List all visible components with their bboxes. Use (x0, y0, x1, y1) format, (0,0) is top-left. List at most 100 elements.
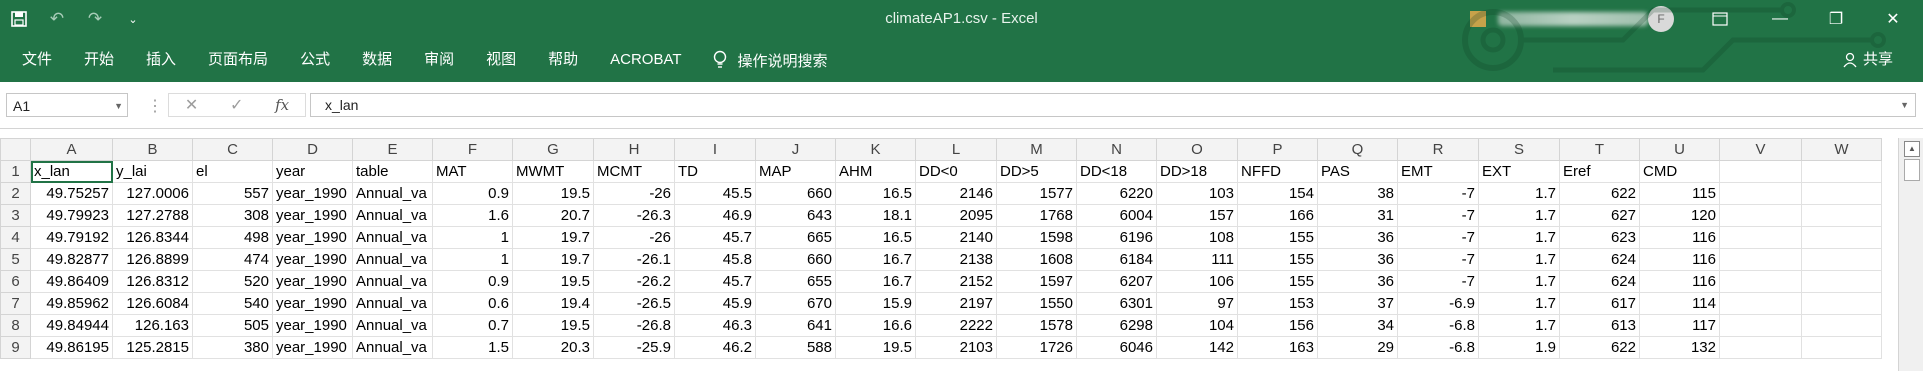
tab-formulas[interactable]: 公式 (284, 38, 346, 82)
cell-a6[interactable]: 49.86409 (30, 270, 113, 293)
column-header-r[interactable]: R (1397, 138, 1479, 161)
cell-e3[interactable]: Annual_va (352, 204, 433, 227)
cell-a7[interactable]: 49.85962 (30, 292, 113, 315)
row-header[interactable]: 3 (0, 204, 31, 227)
cell-d5[interactable]: year_1990 (272, 248, 353, 271)
cell-q8[interactable]: 34 (1317, 314, 1398, 337)
cell-s1[interactable]: EXT (1478, 160, 1560, 183)
cell-d6[interactable]: year_1990 (272, 270, 353, 293)
cell-j8[interactable]: 641 (755, 314, 836, 337)
name-box[interactable]: A1 ▼ (6, 93, 128, 117)
cell-r8[interactable]: -6.8 (1397, 314, 1479, 337)
cell-v7[interactable] (1719, 292, 1802, 315)
column-header-g[interactable]: G (512, 138, 594, 161)
cell-n9[interactable]: 6046 (1076, 336, 1157, 359)
cell-h9[interactable]: -25.9 (593, 336, 675, 359)
cell-d1[interactable]: year (272, 160, 353, 183)
minimize-icon[interactable]: — (1757, 0, 1803, 38)
cell-r7[interactable]: -6.9 (1397, 292, 1479, 315)
chevron-down-icon[interactable]: ▼ (114, 94, 123, 118)
cell-w6[interactable] (1801, 270, 1882, 293)
cell-q3[interactable]: 31 (1317, 204, 1398, 227)
cell-f7[interactable]: 0.6 (432, 292, 513, 315)
cell-p9[interactable]: 163 (1237, 336, 1318, 359)
cell-v5[interactable] (1719, 248, 1802, 271)
cell-m1[interactable]: DD>5 (996, 160, 1077, 183)
cell-i8[interactable]: 46.3 (674, 314, 756, 337)
cell-e5[interactable]: Annual_va (352, 248, 433, 271)
cell-a8[interactable]: 49.84944 (30, 314, 113, 337)
cell-g7[interactable]: 19.4 (512, 292, 594, 315)
cell-b3[interactable]: 127.2788 (112, 204, 193, 227)
cell-e7[interactable]: Annual_va (352, 292, 433, 315)
cell-n8[interactable]: 6298 (1076, 314, 1157, 337)
cell-a1[interactable]: x_lan (30, 160, 113, 183)
cell-j4[interactable]: 665 (755, 226, 836, 249)
cell-u9[interactable]: 132 (1639, 336, 1720, 359)
cell-m8[interactable]: 1578 (996, 314, 1077, 337)
cell-i5[interactable]: 45.8 (674, 248, 756, 271)
cell-j9[interactable]: 588 (755, 336, 836, 359)
cell-f3[interactable]: 1.6 (432, 204, 513, 227)
save-icon[interactable] (0, 0, 38, 38)
cell-h3[interactable]: -26.3 (593, 204, 675, 227)
column-header-v[interactable]: V (1719, 138, 1802, 161)
cell-q2[interactable]: 38 (1317, 182, 1398, 205)
column-header-o[interactable]: O (1156, 138, 1238, 161)
cell-n5[interactable]: 6184 (1076, 248, 1157, 271)
cell-e8[interactable]: Annual_va (352, 314, 433, 337)
cell-w3[interactable] (1801, 204, 1882, 227)
cell-u4[interactable]: 116 (1639, 226, 1720, 249)
tab-acrobat[interactable]: ACROBAT (594, 38, 697, 82)
cell-l5[interactable]: 2138 (915, 248, 997, 271)
cell-i9[interactable]: 46.2 (674, 336, 756, 359)
cell-l9[interactable]: 2103 (915, 336, 997, 359)
cell-u7[interactable]: 114 (1639, 292, 1720, 315)
cell-g8[interactable]: 19.5 (512, 314, 594, 337)
cell-v6[interactable] (1719, 270, 1802, 293)
cell-e6[interactable]: Annual_va (352, 270, 433, 293)
cell-v2[interactable] (1719, 182, 1802, 205)
cell-a3[interactable]: 49.79923 (30, 204, 113, 227)
cell-c3[interactable]: 308 (192, 204, 273, 227)
column-header-a[interactable]: A (30, 138, 113, 161)
cell-o4[interactable]: 108 (1156, 226, 1238, 249)
cell-k6[interactable]: 16.7 (835, 270, 916, 293)
column-header-c[interactable]: C (192, 138, 273, 161)
cell-h5[interactable]: -26.1 (593, 248, 675, 271)
cell-j1[interactable]: MAP (755, 160, 836, 183)
cell-p4[interactable]: 155 (1237, 226, 1318, 249)
cell-g1[interactable]: MWMT (512, 160, 594, 183)
tell-me-search[interactable]: 操作说明搜索 (712, 50, 828, 71)
cell-n6[interactable]: 6207 (1076, 270, 1157, 293)
row-header[interactable]: 1 (0, 160, 31, 183)
cell-u2[interactable]: 115 (1639, 182, 1720, 205)
cell-d2[interactable]: year_1990 (272, 182, 353, 205)
cell-p2[interactable]: 154 (1237, 182, 1318, 205)
cell-k4[interactable]: 16.5 (835, 226, 916, 249)
cell-b5[interactable]: 126.8899 (112, 248, 193, 271)
cell-e4[interactable]: Annual_va (352, 226, 433, 249)
cell-r4[interactable]: -7 (1397, 226, 1479, 249)
cell-i7[interactable]: 45.9 (674, 292, 756, 315)
cell-r1[interactable]: EMT (1397, 160, 1479, 183)
cell-d7[interactable]: year_1990 (272, 292, 353, 315)
cell-a9[interactable]: 49.86195 (30, 336, 113, 359)
cell-o1[interactable]: DD>18 (1156, 160, 1238, 183)
cell-l7[interactable]: 2197 (915, 292, 997, 315)
column-header-e[interactable]: E (352, 138, 433, 161)
cell-l4[interactable]: 2140 (915, 226, 997, 249)
cell-w9[interactable] (1801, 336, 1882, 359)
cell-j6[interactable]: 655 (755, 270, 836, 293)
column-header-k[interactable]: K (835, 138, 916, 161)
drag-handle-icon[interactable]: ⋮ (147, 96, 163, 116)
cell-m6[interactable]: 1597 (996, 270, 1077, 293)
cell-d9[interactable]: year_1990 (272, 336, 353, 359)
row-header[interactable]: 2 (0, 182, 31, 205)
cell-b1[interactable]: y_lai (112, 160, 193, 183)
row-header[interactable]: 5 (0, 248, 31, 271)
cell-t2[interactable]: 622 (1559, 182, 1640, 205)
cell-r2[interactable]: -7 (1397, 182, 1479, 205)
tab-review[interactable]: 审阅 (408, 38, 470, 82)
undo-icon[interactable]: ↶ (38, 0, 76, 38)
